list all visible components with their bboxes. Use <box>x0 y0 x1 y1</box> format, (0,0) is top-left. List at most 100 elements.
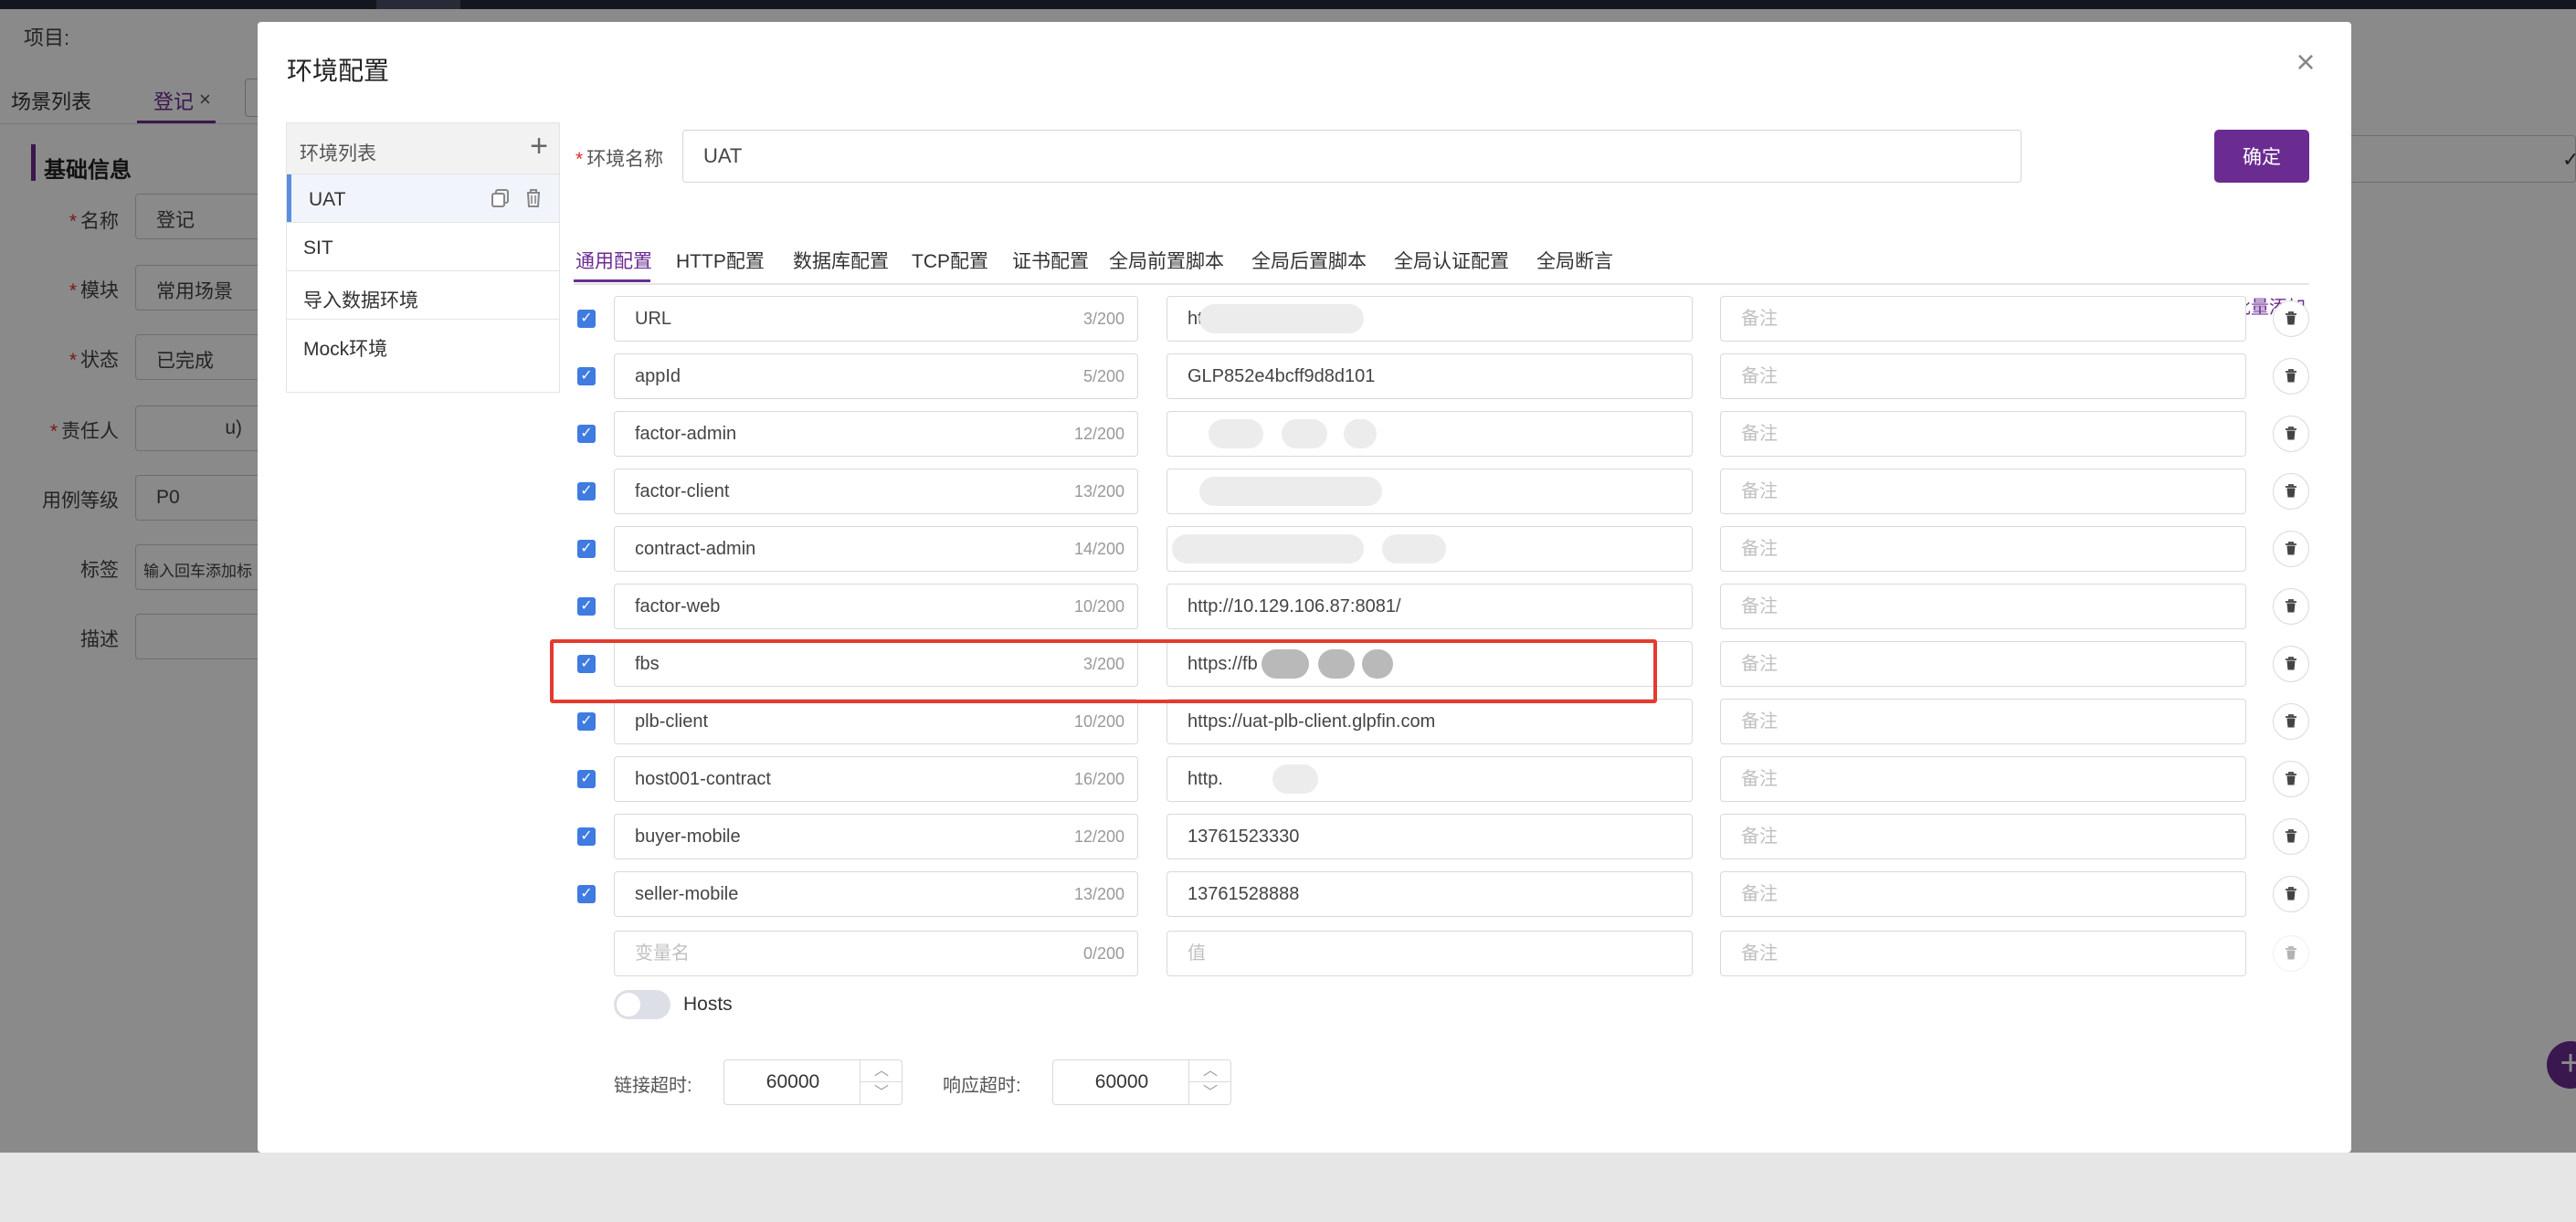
variable-name: URL <box>635 309 672 329</box>
tab-certificate[interactable]: 证书配置 <box>1012 247 1089 274</box>
variable-note-input[interactable]: 备注 <box>1720 526 2246 572</box>
row-checkbox[interactable]: ✓ <box>577 425 596 443</box>
tab-general[interactable]: 通用配置 <box>575 247 652 274</box>
variable-note-input[interactable]: 备注 <box>1720 871 2246 917</box>
variable-name: factor-client <box>635 481 730 501</box>
variable-name-input[interactable]: host001-contract 16/200 <box>614 756 1138 802</box>
trash-icon[interactable] <box>2273 935 2309 972</box>
variable-name-input[interactable]: 变量名 0/200 <box>614 931 1138 976</box>
variable-value-input[interactable]: 13761528888 <box>1167 871 1693 917</box>
redaction-mask <box>1282 419 1327 448</box>
variable-name-input[interactable]: URL 3/200 <box>614 296 1138 342</box>
row-checkbox[interactable]: ✓ <box>577 597 596 616</box>
row-checkbox[interactable]: ✓ <box>577 367 596 385</box>
env-item-sit[interactable]: SIT <box>287 223 559 271</box>
variable-name-input[interactable]: fbs 3/200 <box>614 641 1138 687</box>
env-name-input[interactable] <box>682 130 2022 183</box>
variable-row: ✓ factor-admin 12/200 .com 备注 <box>258 411 2351 457</box>
chevron-down-icon[interactable]: ﹀ <box>860 1082 903 1104</box>
trash-icon[interactable] <box>2273 358 2309 395</box>
row-checkbox[interactable]: ✓ <box>577 482 596 500</box>
variable-note-input[interactable]: 备注 <box>1720 296 2246 342</box>
row-checkbox[interactable]: ✓ <box>577 885 596 903</box>
variable-value-input[interactable]: https://fbin.com <box>1167 641 1693 687</box>
variable-value-input[interactable]: 13761523330 <box>1167 814 1693 859</box>
close-icon[interactable]: × <box>2287 44 2324 80</box>
variable-note-input[interactable]: 备注 <box>1720 469 2246 514</box>
trash-icon[interactable] <box>2273 818 2309 855</box>
variable-value-input[interactable]: https://uat-plb-client.glpfin.com <box>1167 699 1693 744</box>
variable-note-input[interactable]: 备注 <box>1720 584 2246 629</box>
chevron-down-icon[interactable]: ﹀ <box>1189 1082 1231 1104</box>
new-variable-row: 变量名 0/200 值 备注 <box>258 931 2351 976</box>
row-checkbox[interactable]: ✓ <box>577 770 596 788</box>
variable-note-input[interactable]: 备注 <box>1720 411 2246 457</box>
variable-value-input[interactable]: 值 <box>1167 931 1693 976</box>
trash-icon[interactable] <box>2273 761 2309 797</box>
trash-icon[interactable] <box>2273 531 2309 567</box>
variable-note-input[interactable]: 备注 <box>1720 641 2246 687</box>
env-item-uat[interactable]: UAT <box>287 174 559 223</box>
redaction-mask <box>1262 649 1309 679</box>
trash-icon[interactable] <box>2273 703 2309 740</box>
variable-name-input[interactable]: factor-web 10/200 <box>614 584 1138 629</box>
variable-value: 13761523330 <box>1188 827 1300 847</box>
connect-timeout-stepper[interactable]: 60000 ︿ ﹀ <box>723 1059 903 1105</box>
env-item-label: UAT <box>309 189 346 210</box>
variable-value-input[interactable]: https://uat-pt.com <box>1167 296 1693 342</box>
tab-database[interactable]: 数据库配置 <box>793 247 889 274</box>
variable-value: http. <box>1188 769 1223 789</box>
trash-icon[interactable] <box>2273 473 2309 510</box>
row-checkbox[interactable]: ✓ <box>577 712 596 731</box>
confirm-button[interactable]: 确定 <box>2214 130 2309 183</box>
trash-icon[interactable] <box>2273 876 2309 912</box>
hosts-toggle[interactable] <box>614 990 670 1019</box>
tab-global-pre-script[interactable]: 全局前置脚本 <box>1109 247 1224 274</box>
tab-global-post-script[interactable]: 全局后置脚本 <box>1251 247 1367 274</box>
variable-note-input[interactable]: 备注 <box>1720 699 2246 744</box>
row-checkbox[interactable]: ✓ <box>577 655 596 673</box>
trash-icon[interactable] <box>2273 300 2309 337</box>
copy-icon[interactable] <box>488 185 513 211</box>
row-checkbox[interactable]: ✓ <box>577 540 596 558</box>
variable-note-input[interactable]: 备注 <box>1720 353 2246 399</box>
variable-value-input[interactable]: .com <box>1167 469 1693 514</box>
response-timeout-stepper[interactable]: 60000 ︿ ﹀ <box>1052 1059 1231 1105</box>
variable-row: ✓ appId 5/200 GLP852e4bcff9d8d101 备注 <box>258 353 2351 399</box>
trash-icon[interactable] <box>2273 416 2309 452</box>
row-checkbox[interactable]: ✓ <box>577 310 596 328</box>
variable-row: ✓ factor-client 13/200 .com 备注 <box>258 469 2351 514</box>
response-timeout-value[interactable]: 60000 <box>1053 1060 1190 1104</box>
variable-note-input[interactable]: 备注 <box>1720 814 2246 859</box>
variable-note-input[interactable]: 备注 <box>1720 931 2246 976</box>
variable-name-input[interactable]: seller-mobile 13/200 <box>614 871 1138 917</box>
variable-value-input[interactable]: http.168-inner.com:8086 <box>1167 756 1693 802</box>
row-checkbox[interactable]: ✓ <box>577 827 596 846</box>
variable-name: seller-mobile <box>635 884 739 904</box>
variable-name-input[interactable]: factor-admin 12/200 <box>614 411 1138 457</box>
chevron-up-icon[interactable]: ︿ <box>860 1060 903 1082</box>
variable-name: appId <box>635 366 681 386</box>
variable-name-input[interactable]: factor-client 13/200 <box>614 469 1138 514</box>
connect-timeout-value[interactable]: 60000 <box>724 1060 861 1104</box>
variable-value-input[interactable]: GLP852e4bcff9d8d101 <box>1167 353 1693 399</box>
chevron-up-icon[interactable]: ︿ <box>1189 1060 1231 1082</box>
tab-global-assertion[interactable]: 全局断言 <box>1536 247 1613 274</box>
tab-global-auth[interactable]: 全局认证配置 <box>1394 247 1509 274</box>
redaction-mask <box>1172 534 1364 564</box>
tab-tcp[interactable]: TCP配置 <box>912 247 988 274</box>
trash-icon[interactable] <box>521 185 546 211</box>
tab-http[interactable]: HTTP配置 <box>676 247 765 274</box>
trash-icon[interactable] <box>2273 646 2309 682</box>
variable-value-input[interactable]: http://10.129.106.87:8081/ <box>1167 584 1693 629</box>
variable-name-input[interactable]: contract-admin 14/200 <box>614 526 1138 572</box>
variable-name-input[interactable]: appId 5/200 <box>614 353 1138 399</box>
variable-name-input[interactable]: plb-client 10/200 <box>614 699 1138 744</box>
variable-value-input[interactable]: .com <box>1167 411 1693 457</box>
trash-icon[interactable] <box>2273 588 2309 625</box>
variable-note-input[interactable]: 备注 <box>1720 756 2246 802</box>
plus-icon[interactable]: + <box>530 129 548 164</box>
variable-value: http://10.129.106.87:8081/ <box>1188 596 1401 616</box>
variable-name-input[interactable]: buyer-mobile 12/200 <box>614 814 1138 859</box>
variable-value-input[interactable]: com <box>1167 526 1693 572</box>
